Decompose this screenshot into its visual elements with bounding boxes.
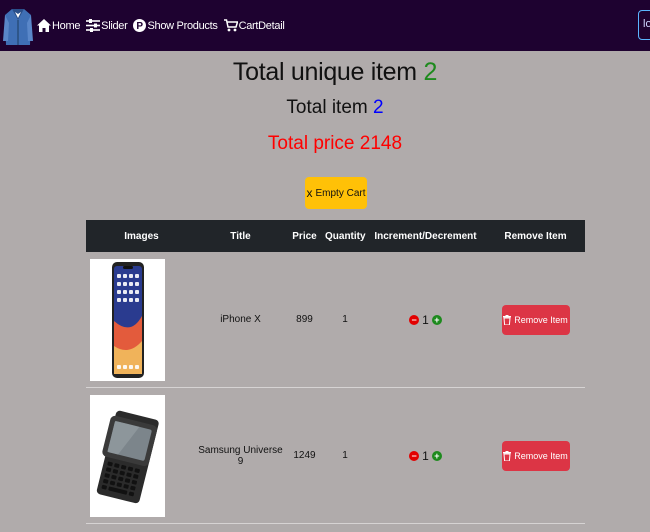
product-quantity: 1 xyxy=(342,314,348,325)
iphone-image-icon xyxy=(111,261,144,378)
remove-cell: Remove Item xyxy=(486,304,585,335)
decrement-button[interactable]: − xyxy=(409,314,420,325)
cart-icon xyxy=(223,19,238,32)
login-button[interactable]: lo xyxy=(638,10,650,40)
increment-decrement-cell: − 1 + xyxy=(365,449,486,463)
navbar: Home Slider P Show Products CartDetail l… xyxy=(0,0,650,51)
jacket-logo-icon[interactable] xyxy=(3,5,33,47)
product-title: Samsung Universe 9 xyxy=(198,444,283,467)
header-increment-decrement: Increment/Decrement xyxy=(374,230,477,242)
cart-summary: Total unique item 2 Total item 2 Total p… xyxy=(0,52,650,162)
product-title: iPhone X xyxy=(220,314,261,325)
product-price: 1249 xyxy=(293,450,316,461)
image-cell xyxy=(86,394,197,517)
total-item-value: 2 xyxy=(373,97,384,118)
sliders-icon xyxy=(86,19,101,32)
product-image-samsung xyxy=(90,394,165,517)
nav-cart-detail-label: CartDetail xyxy=(238,19,285,32)
remove-item-button[interactable]: Remove Item xyxy=(501,304,570,335)
table-row: iPhone X 899 1 − 1 + Remove Item xyxy=(86,252,585,388)
total-unique-item: Total unique item 2 xyxy=(0,52,650,92)
total-price: Total price 2148 xyxy=(0,126,650,162)
samsung-slider-phone-image-icon xyxy=(96,410,159,503)
table-header: Images Title Price Quantity Increment/De… xyxy=(86,220,585,252)
parking-p-icon: P xyxy=(133,19,147,32)
svg-text:P: P xyxy=(137,21,144,32)
header-price: Price xyxy=(292,230,317,242)
header-images: Images xyxy=(124,230,159,242)
image-cell xyxy=(86,258,197,381)
nav-show-products[interactable]: P Show Products xyxy=(133,19,218,32)
remove-cell: Remove Item xyxy=(486,440,585,471)
x-icon: x xyxy=(306,186,313,200)
total-unique-value: 2 xyxy=(423,58,438,86)
trash-icon xyxy=(503,450,512,461)
product-image-iphone xyxy=(90,258,165,381)
item-count: 1 xyxy=(422,312,429,327)
nav-slider-label: Slider xyxy=(101,19,128,32)
remove-item-button[interactable]: Remove Item xyxy=(501,440,570,471)
increment-button[interactable]: + xyxy=(431,314,442,325)
nav-home-label: Home xyxy=(52,19,81,32)
increment-decrement-cell: − 1 + xyxy=(365,313,486,327)
cart-table: Images Title Price Quantity Increment/De… xyxy=(86,220,585,524)
total-item: Total item 2 xyxy=(0,90,650,126)
nav-cart-detail[interactable]: CartDetail xyxy=(223,19,285,32)
nav-slider[interactable]: Slider xyxy=(86,19,128,32)
table-row: Samsung Universe 9 1249 1 − 1 + Remove I… xyxy=(86,388,585,524)
header-title: Title xyxy=(230,230,251,242)
empty-cart-button[interactable]: x Empty Cart xyxy=(305,177,367,209)
total-item-label: Total item xyxy=(286,97,368,118)
remove-item-label: Remove Item xyxy=(514,450,568,461)
total-price-label: Total price xyxy=(267,133,355,154)
nav-home[interactable]: Home xyxy=(37,19,80,32)
nav-show-products-label: Show Products xyxy=(147,19,218,32)
product-price: 899 xyxy=(296,314,313,325)
home-icon xyxy=(37,19,51,32)
header-quantity: Quantity xyxy=(325,230,366,242)
total-price-value: 2148 xyxy=(359,133,403,154)
total-unique-label: Total unique item xyxy=(232,58,417,86)
decrement-button[interactable]: − xyxy=(409,450,420,461)
empty-cart-label: Empty Cart xyxy=(315,187,366,199)
trash-icon xyxy=(503,314,512,325)
product-quantity: 1 xyxy=(342,450,348,461)
header-remove-item: Remove Item xyxy=(504,230,567,242)
item-count: 1 xyxy=(422,448,429,463)
increment-button[interactable]: + xyxy=(431,450,442,461)
remove-item-label: Remove Item xyxy=(514,314,568,325)
